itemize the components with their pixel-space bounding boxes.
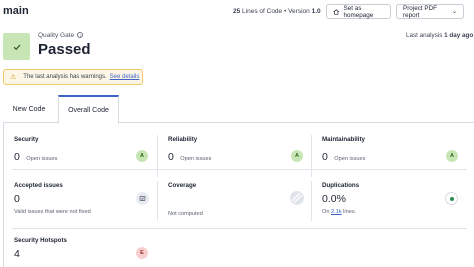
analysis-warning-banner: ⚠ The last analysis has warnings. See de…	[3, 69, 143, 85]
divider	[12, 228, 467, 229]
security-value[interactable]: 0	[14, 151, 20, 163]
security-grade-badge[interactable]: A	[136, 150, 148, 162]
maintainability-grade-badge[interactable]: A	[446, 150, 458, 162]
home-icon	[333, 8, 340, 15]
last-analysis-value: 1 day ago	[444, 32, 474, 39]
code-tabs: New Code Overall Code	[3, 95, 474, 124]
duplications-sub-prefix: On	[322, 209, 330, 215]
reliability-sub: Open issues	[180, 156, 212, 162]
coverage-metric[interactable]: Coverage Not computed	[168, 182, 203, 217]
coverage-title: Coverage	[168, 182, 197, 189]
reliability-metric[interactable]: Reliability 0 Open issues	[168, 136, 211, 165]
top-bar: main 25 Lines of Code • Version 1.0 Set …	[0, 0, 474, 24]
security-metric[interactable]: Security 0 Open issues	[14, 136, 57, 165]
metrics-panel: Security 0 Open issues A Reliability 0 O…	[3, 123, 474, 267]
loc-label: Lines of Code	[242, 8, 283, 15]
coverage-donut-icon	[290, 191, 304, 205]
see-details-link[interactable]: See details	[110, 74, 140, 80]
duplications-lines-link[interactable]: 2.1k	[331, 209, 342, 215]
maintainability-metric[interactable]: Maintainability 0 Open issues	[322, 136, 365, 165]
hotspots-value[interactable]: 4	[14, 248, 67, 260]
duplications-value[interactable]: 0.0%	[322, 193, 359, 205]
hotspots-grade-badge[interactable]: E	[136, 247, 148, 259]
divider	[311, 181, 312, 221]
accepted-issues-metric[interactable]: Accepted issues 0 Valid issues that were…	[14, 182, 91, 215]
branch-name[interactable]: main	[3, 5, 29, 17]
security-title: Security	[14, 136, 39, 143]
warning-text: The last analysis has warnings.	[23, 74, 107, 80]
coverage-sub: Not computed	[168, 211, 203, 217]
loc-value: 25	[233, 8, 241, 15]
maintainability-title: Maintainability	[322, 136, 365, 143]
warning-icon: ⚠	[10, 74, 17, 81]
checkmark-icon	[13, 44, 20, 50]
security-sub: Open issues	[26, 156, 58, 162]
security-hotspots-metric[interactable]: Security Hotspots 4	[14, 237, 67, 260]
info-icon[interactable]: i	[77, 32, 84, 39]
duplications-sub-suffix: lines.	[343, 209, 357, 215]
maintainability-value[interactable]: 0	[322, 151, 328, 163]
accepted-value[interactable]: 0	[14, 193, 91, 205]
project-meta: 25 Lines of Code • Version 1.0	[233, 8, 321, 15]
reliability-value[interactable]: 0	[168, 151, 174, 163]
quality-gate-label-text: Quality Gate	[38, 32, 75, 39]
version-value: 1.0	[311, 8, 321, 15]
chevron-down-icon: ⌄	[451, 9, 457, 15]
accepted-title: Accepted issues	[14, 182, 63, 189]
divider	[12, 169, 467, 170]
divider	[157, 135, 158, 177]
tab-overall-code[interactable]: Overall Code	[58, 95, 119, 124]
quality-gate-status: Passed	[38, 41, 91, 58]
pdf-report-button[interactable]: Project PDF report ⌄	[396, 4, 464, 19]
maintainability-sub: Open issues	[334, 156, 366, 162]
pdf-report-label: Project PDF report	[403, 4, 437, 19]
set-homepage-button[interactable]: Set as homepage	[326, 4, 391, 19]
duplications-sub: On 2.1k lines.	[322, 209, 359, 215]
reliability-title: Reliability	[168, 136, 198, 143]
quality-gate-status-badge	[3, 33, 30, 60]
last-analysis: Last analysis 1 day ago	[406, 32, 473, 39]
hotspots-title: Security Hotspots	[14, 237, 67, 244]
stamp-icon	[139, 196, 146, 201]
reliability-grade-badge[interactable]: A	[291, 150, 303, 162]
duplications-metric[interactable]: Duplications 0.0% On 2.1k lines.	[322, 182, 359, 215]
tab-new-code[interactable]: New Code	[3, 95, 55, 123]
last-analysis-label: Last analysis	[406, 32, 443, 39]
set-homepage-label: Set as homepage	[343, 4, 374, 19]
accepted-sub: Valid issues that were not fixed	[14, 209, 91, 215]
duplications-title: Duplications	[322, 182, 360, 189]
duplications-status-icon	[445, 192, 458, 205]
version-label: Version	[288, 8, 310, 15]
accepted-issues-icon	[136, 192, 149, 205]
quality-gate-label: Quality Gate i	[38, 32, 84, 39]
divider	[157, 181, 158, 221]
divider	[311, 135, 312, 177]
